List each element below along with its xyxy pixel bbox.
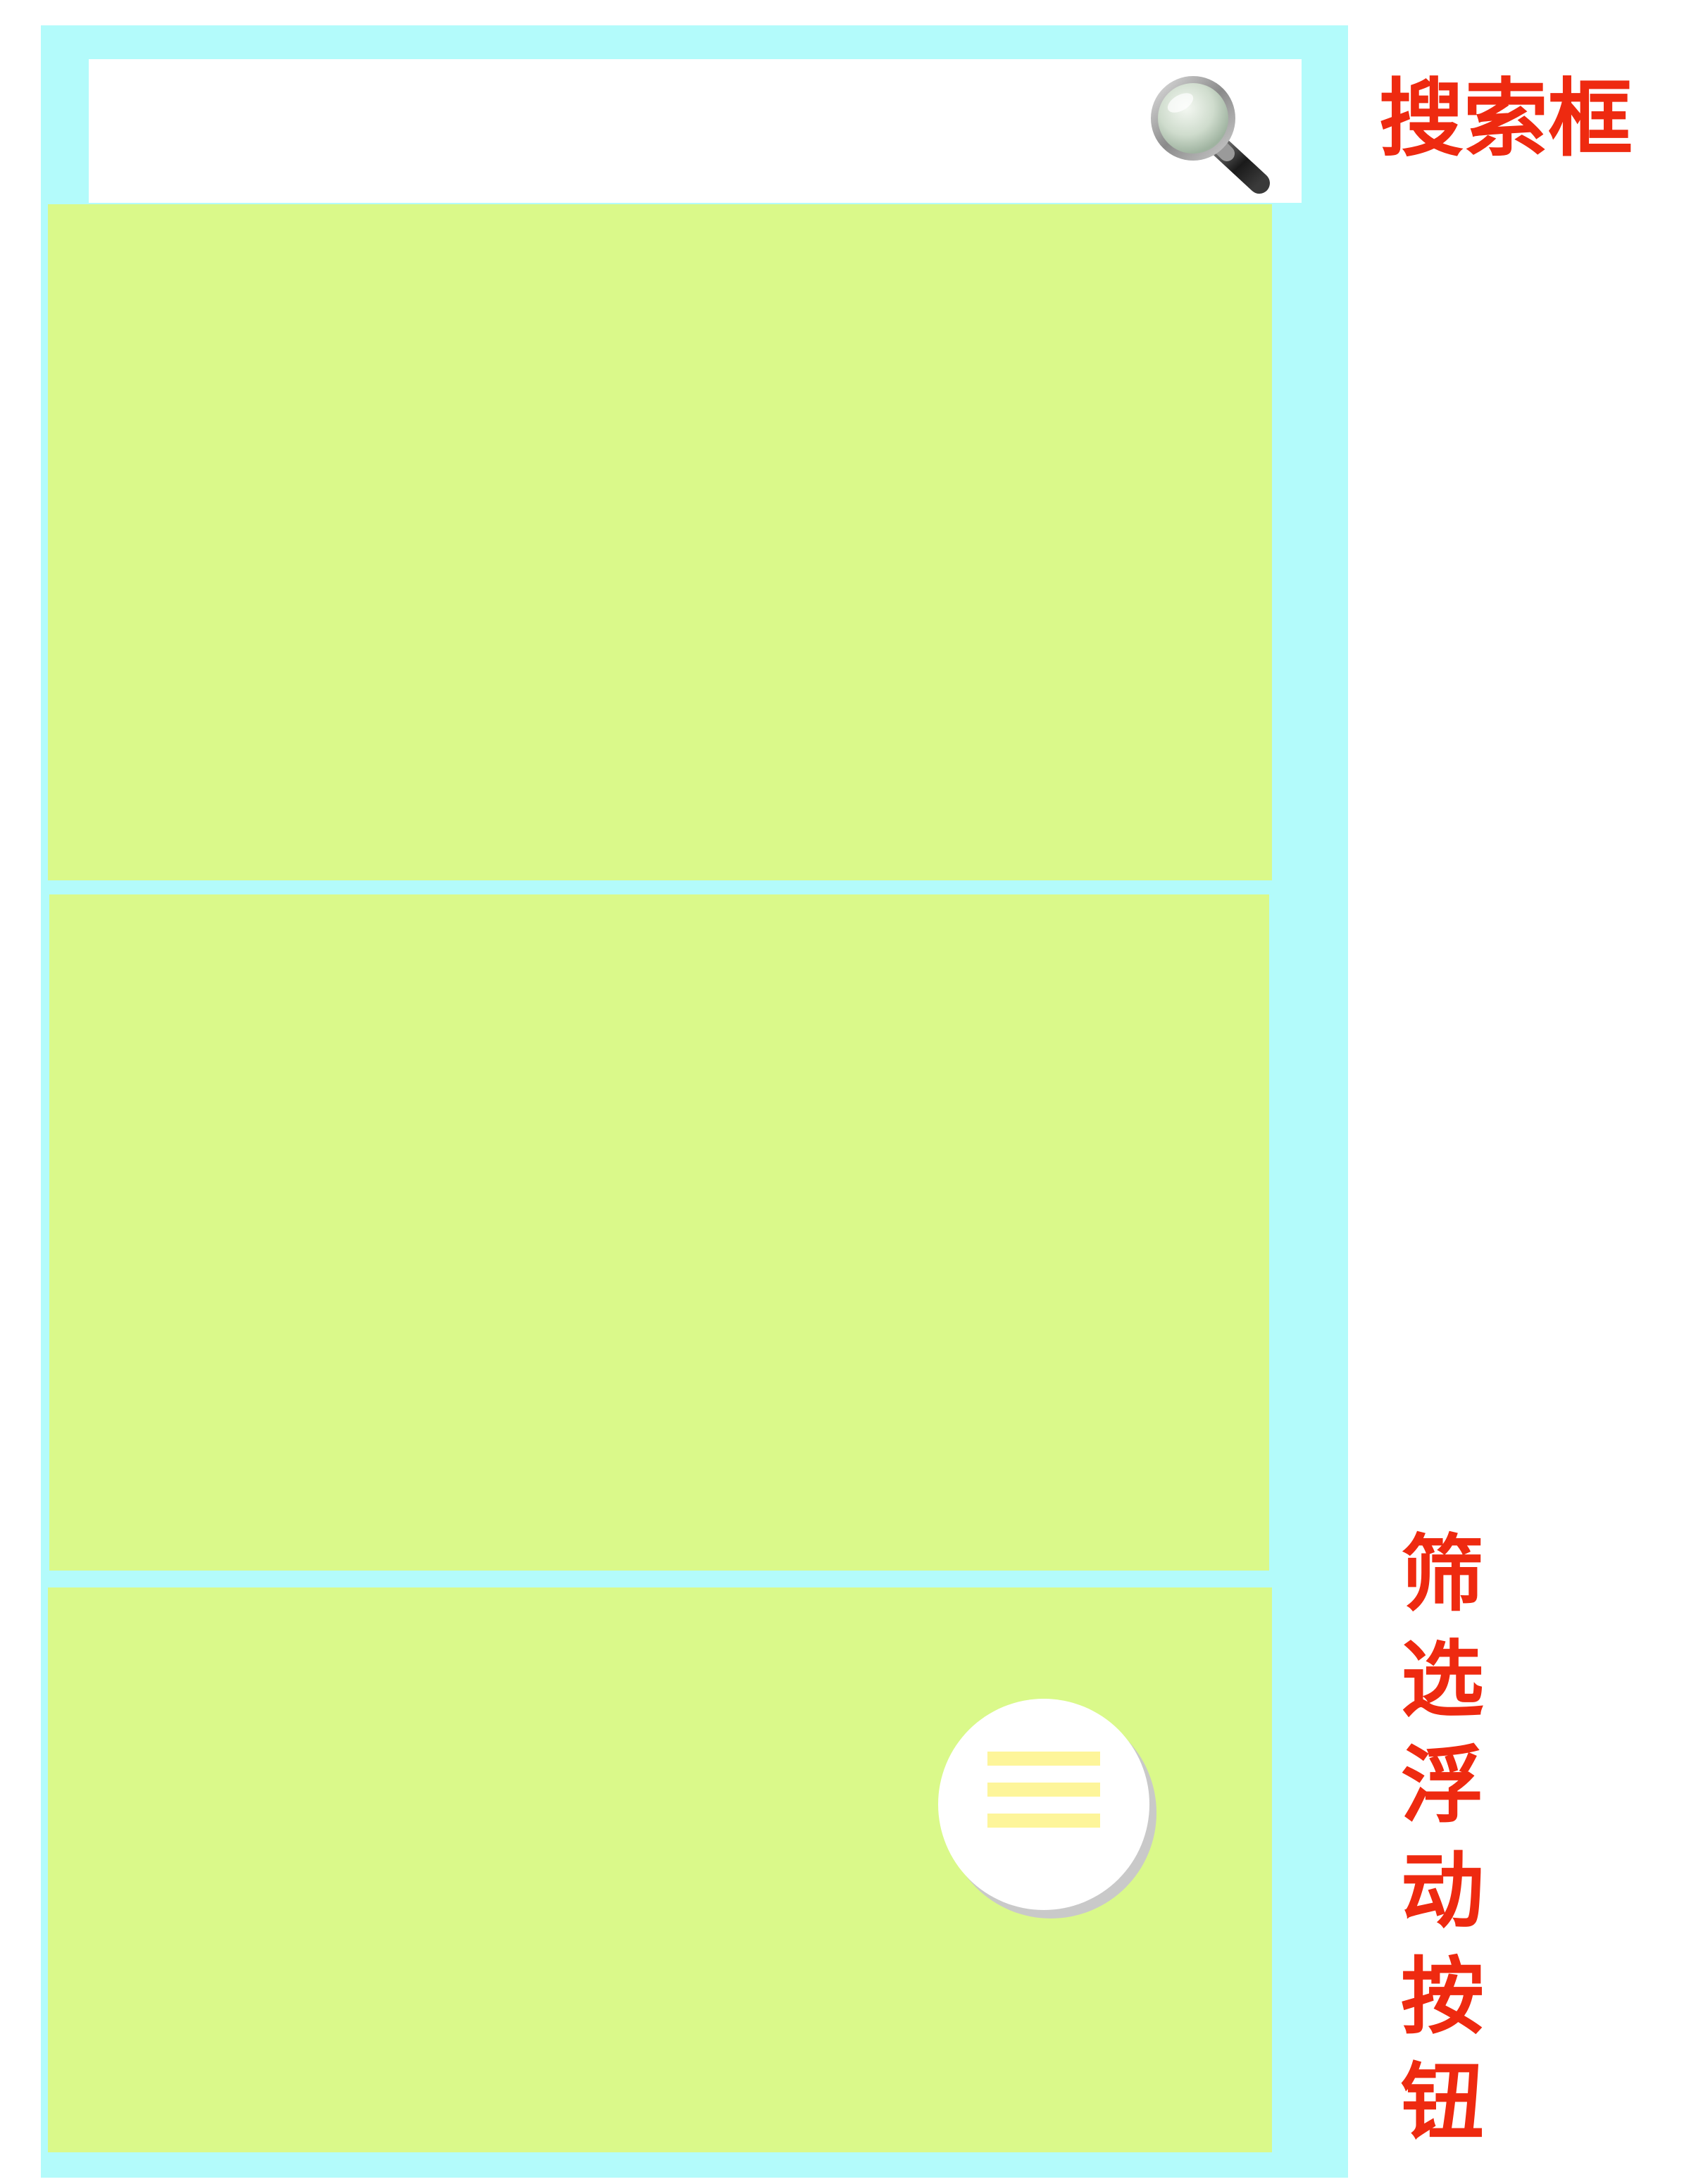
search-bar [89,59,1302,203]
menu-icon [987,1752,1100,1828]
search-box-annotation: 搜索框 [1379,70,1633,168]
content-card[interactable] [48,204,1272,880]
magnifying-glass-icon[interactable] [1138,69,1272,196]
search-input[interactable] [89,59,1145,203]
content-card[interactable] [49,894,1269,1571]
filter-fab-annotation: 筛选浮动按钮 [1400,1525,1484,2151]
